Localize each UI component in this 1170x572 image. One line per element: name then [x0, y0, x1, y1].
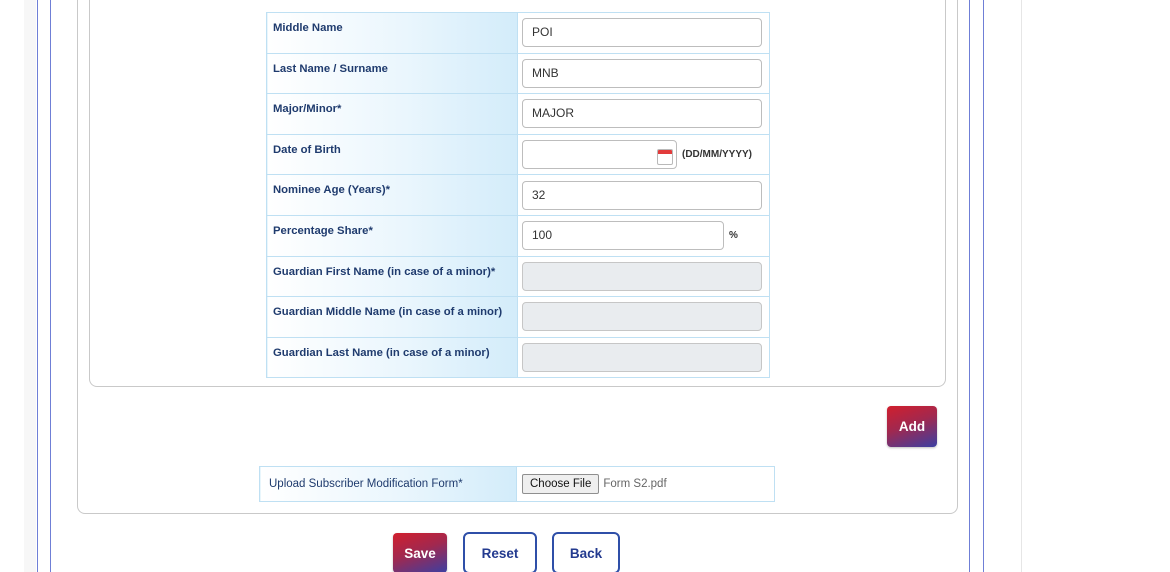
left-gutter	[24, 0, 36, 572]
middle-name-label: Middle Name	[266, 12, 518, 54]
form-row-guardian-last-name: Guardian Last Name (in case of a minor)	[266, 336, 770, 379]
form-row-percentage-share: Percentage Share* 100 %	[266, 214, 770, 257]
left-frame-line-outer	[37, 0, 38, 572]
back-button[interactable]: Back	[552, 532, 620, 572]
nominee-age-label: Nominee Age (Years)*	[266, 174, 518, 216]
nominee-form-table: Middle Name POI Last Name / Surname MNB …	[266, 12, 770, 379]
last-name-input[interactable]: MNB	[522, 58, 762, 88]
last-name-label: Last Name / Surname	[266, 52, 518, 95]
date-of-birth-label: Date of Birth	[266, 133, 518, 176]
guardian-middle-name-label: Guardian Middle Name (in case of a minor…	[266, 296, 518, 338]
major-minor-label: Major/Minor*	[266, 93, 518, 135]
reset-button[interactable]: Reset	[463, 532, 537, 572]
form-row-last-name: Last Name / Surname MNB	[266, 52, 770, 95]
calendar-icon[interactable]	[657, 149, 673, 166]
upload-form-label: Upload Subscriber Modification Form*	[259, 466, 517, 502]
add-nominee-button[interactable]: Add	[887, 406, 937, 447]
percentage-share-label: Percentage Share*	[266, 214, 518, 257]
nominee-age-input[interactable]: 32	[522, 180, 762, 210]
form-row-middle-name: Middle Name POI	[266, 12, 770, 54]
selected-file-name: Form S2.pdf	[603, 478, 667, 490]
form-row-guardian-middle-name: Guardian Middle Name (in case of a minor…	[266, 296, 770, 338]
upload-form-table: Upload Subscriber Modification Form* Cho…	[259, 466, 775, 502]
form-row-guardian-first-name: Guardian First Name (in case of a minor)…	[266, 255, 770, 298]
guardian-last-name-input	[522, 343, 762, 373]
guardian-last-name-label: Guardian Last Name (in case of a minor)	[266, 336, 518, 379]
right-gutter-line	[1021, 0, 1022, 572]
date-of-birth-input[interactable]	[522, 140, 677, 170]
form-row-major-minor: Major/Minor* MAJOR	[266, 93, 770, 135]
right-frame-line-inner	[969, 0, 970, 572]
choose-file-button[interactable]: Choose File	[522, 474, 600, 494]
major-minor-input[interactable]: MAJOR	[522, 99, 762, 129]
percent-unit: %	[729, 230, 738, 242]
guardian-first-name-input	[522, 261, 762, 291]
date-format-hint: (DD/MM/YYYY)	[682, 149, 752, 161]
form-row-nominee-age: Nominee Age (Years)* 32	[266, 174, 770, 216]
guardian-middle-name-input	[522, 302, 762, 332]
save-button[interactable]: Save	[393, 533, 447, 572]
right-frame-line-outer	[983, 0, 984, 572]
percentage-share-input[interactable]: 100	[522, 221, 724, 251]
middle-name-input[interactable]: POI	[522, 18, 762, 48]
left-frame-line-inner	[50, 0, 51, 572]
form-row-date-of-birth: Date of Birth (DD/MM/YYYY)	[266, 133, 770, 176]
guardian-first-name-label: Guardian First Name (in case of a minor)…	[266, 255, 518, 298]
